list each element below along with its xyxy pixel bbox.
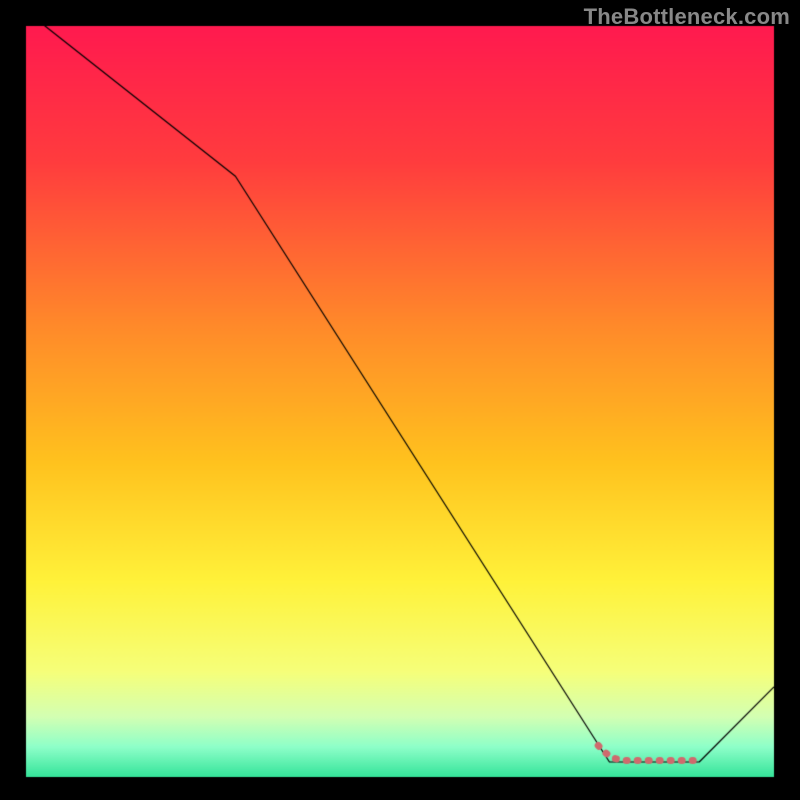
- chart-container: TheBottleneck.com: [0, 0, 800, 800]
- watermark-label: TheBottleneck.com: [584, 4, 790, 30]
- bottleneck-chart-canvas: [0, 0, 800, 800]
